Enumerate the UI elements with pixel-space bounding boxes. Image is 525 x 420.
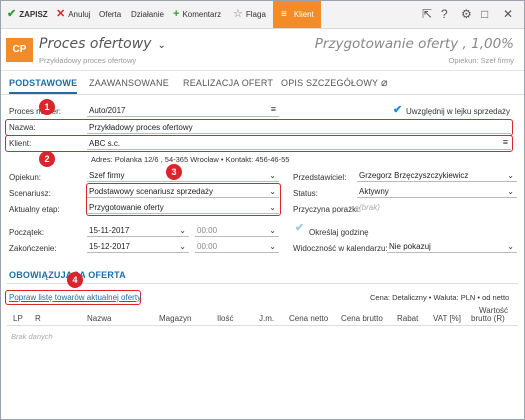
maximize-icon[interactable]: □ <box>481 1 488 28</box>
col-r[interactable]: R <box>35 314 41 323</box>
comment-button[interactable]: + Komentarz <box>173 1 221 28</box>
window: ✔ ZAPISZ ✕ Anuluj Oferta Działanie + Koment… <box>0 0 525 420</box>
owner-select[interactable]: Szef firmy ⌄ <box>87 169 279 182</box>
paperclip-icon[interactable]: ⌀ <box>381 72 388 94</box>
price-info: Cena: Detaliczny • Waluta: PLN • od nett… <box>370 293 510 302</box>
funnel-checkbox[interactable]: ✔ <box>393 103 402 116</box>
help-icon[interactable]: ? <box>441 1 448 28</box>
chevron-down-icon: ⌄ <box>179 226 186 235</box>
plus-icon: + <box>173 8 180 21</box>
col-discount[interactable]: Rabat <box>397 314 418 323</box>
chevron-down-icon: ⌄ <box>179 242 186 251</box>
chevron-down-icon: ⌄ <box>269 242 276 251</box>
start-label: Początek: <box>9 228 45 237</box>
stage-label: Aktualny etap: <box>9 205 60 214</box>
cancel-button[interactable]: ✕ Anuluj <box>56 1 90 28</box>
tab-advanced[interactable]: ZAAWANSOWANE <box>89 72 169 94</box>
chevron-down-icon: ⌄ <box>507 187 514 196</box>
col-warehouse[interactable]: Magazyn <box>159 314 191 323</box>
chevron-down-icon: ⌄ <box>507 171 514 180</box>
tab-offer-realization[interactable]: REALIZACJA OFERT <box>183 72 273 94</box>
hour-checkbox[interactable]: ✔ <box>295 221 304 234</box>
name-field[interactable]: Przykładowy proces ofertowy <box>87 121 511 134</box>
flag-button[interactable]: ☆ Flaga <box>233 1 266 28</box>
add-link-icon[interactable]: ⇱ <box>422 1 432 28</box>
col-gross-value-sub: brutto (R) <box>471 314 505 323</box>
funnel-label: Uwzględnij w lejku sprzedaży <box>406 107 511 116</box>
tab-description[interactable]: OPIS SZCZEGÓŁOWY <box>281 72 378 94</box>
chevron-down-icon: ⌄ <box>157 40 166 51</box>
client-button[interactable]: ≡ Klient <box>273 1 321 28</box>
marker-1: 1 <box>39 99 55 115</box>
rep-select[interactable]: Grzegorz Brzęczyszczykiewicz ⌄ <box>357 169 517 182</box>
start-date-field[interactable]: 15-11-2017 ⌄ <box>87 224 189 237</box>
action-button[interactable]: Działanie <box>131 1 164 28</box>
col-quantity[interactable]: Ilość <box>217 314 233 323</box>
owner-label: Opiekun: <box>9 173 42 182</box>
rep-label: Przedstawiciel: <box>293 173 347 182</box>
chevron-down-icon: ⌄ <box>269 226 276 235</box>
table-empty: Brak danych <box>11 332 53 341</box>
tab-bar: PODSTAWOWE ZAAWANSOWANE REALIZACJA OFERT… <box>1 72 524 95</box>
close-icon: ✕ <box>56 8 66 21</box>
scenario-select[interactable]: Podstawowy scenariusz sprzedaży ⌄ <box>87 185 279 198</box>
chevron-down-icon: ⌄ <box>269 171 276 180</box>
record-stage: Przygotowanie oferty , 1,00% <box>314 36 514 52</box>
tab-basic[interactable]: PODSTAWOWE <box>9 72 78 94</box>
calendar-label: Widoczność w kalendarzu: <box>293 244 388 253</box>
menu-icon: ≡ <box>281 9 287 21</box>
col-lp[interactable]: LP <box>13 314 23 323</box>
col-unit[interactable]: J.m. <box>259 314 274 323</box>
chevron-down-icon: ⌄ <box>269 203 276 212</box>
stage-select[interactable]: Przygotowanie oferty ⌄ <box>87 201 279 214</box>
start-time-field[interactable]: 00:00 ⌄ <box>195 224 279 237</box>
scenario-label: Scenariusz: <box>9 189 51 198</box>
marker-4: 4 <box>67 272 83 288</box>
end-date-field[interactable]: 15-12-2017 ⌄ <box>87 240 189 253</box>
marker-3: 3 <box>166 164 182 180</box>
record-owner: Opiekun: Szef firmy <box>448 56 514 65</box>
close-window-icon[interactable]: ✕ <box>503 1 513 28</box>
chevron-down-icon: ⌄ <box>269 187 276 196</box>
calendar-select[interactable]: Nie pokazuj ⌄ <box>387 240 517 253</box>
col-vat[interactable]: VAT [%] <box>433 314 461 323</box>
loss-reason-field[interactable]: (brak) <box>357 201 517 214</box>
process-number-field[interactable]: Auto/2017 ≡ <box>87 104 279 117</box>
fix-offer-link[interactable]: Popraw listę towarów aktualnej oferty <box>9 293 141 302</box>
offer-button[interactable]: Oferta <box>99 1 121 28</box>
gear-icon[interactable]: ⚙ <box>461 1 472 28</box>
client-address: Adres: Polanka 12/6 , 54-365 Wrocław • K… <box>91 155 290 164</box>
col-net-price[interactable]: Cena netto <box>289 314 328 323</box>
name-label: Nazwa: <box>9 123 36 132</box>
end-time-field[interactable]: 00:00 ⌄ <box>195 240 279 253</box>
menu-icon: ≡ <box>270 104 276 114</box>
toolbar: ✔ ZAPISZ ✕ Anuluj Oferta Działanie + Koment… <box>1 1 524 29</box>
marker-2: 2 <box>39 151 55 167</box>
col-name[interactable]: Nazwa <box>87 314 111 323</box>
menu-icon: ≡ <box>502 137 508 147</box>
client-field[interactable]: ABC s.c. ≡ <box>87 137 511 150</box>
table-header-divider <box>7 325 518 326</box>
end-label: Zakończenie: <box>9 244 57 253</box>
star-icon: ☆ <box>233 8 243 21</box>
check-icon: ✔ <box>7 8 17 21</box>
record-subtitle: Przykładowy proces ofertowy <box>39 56 137 65</box>
status-select[interactable]: Aktywny ⌄ <box>357 185 517 198</box>
save-button[interactable]: ✔ ZAPISZ <box>7 1 48 28</box>
col-gross-price[interactable]: Cena brutto <box>341 314 383 323</box>
record-logo: CP <box>6 38 33 62</box>
chevron-down-icon: ⌄ <box>507 242 514 251</box>
client-label: Klient: <box>9 139 32 148</box>
record-title[interactable]: Proces ofertowy ⌄ <box>39 36 166 52</box>
section-divider <box>7 283 518 284</box>
hour-label: Określaj godzinę <box>309 228 369 237</box>
status-label: Status: <box>293 189 318 198</box>
loss-reason-label: Przyczyna porażki: <box>293 205 361 214</box>
